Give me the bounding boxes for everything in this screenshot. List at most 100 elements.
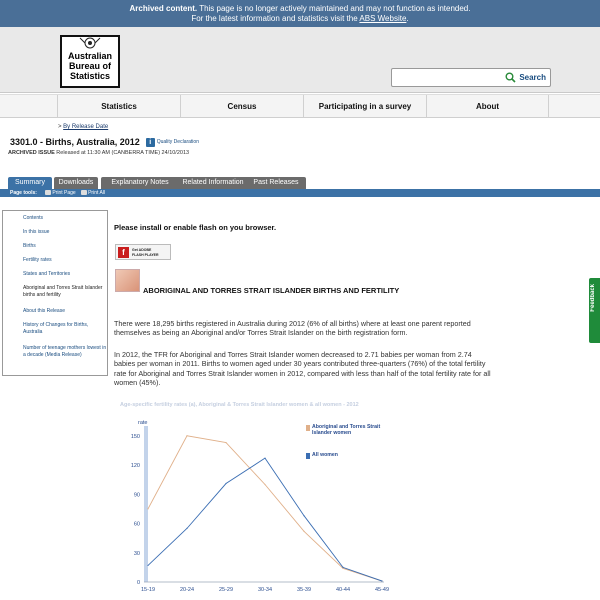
sidebar-item-fertility-rates[interactable]: Fertility rates xyxy=(23,257,107,264)
nav-about[interactable]: About xyxy=(426,95,549,118)
sidebar-item-in-this-issue[interactable]: In this issue xyxy=(23,229,107,236)
tab-past-releases[interactable]: Past Releases xyxy=(246,177,306,189)
y-axis-label: rate xyxy=(138,420,147,426)
y-tick-label: 30 xyxy=(134,551,140,557)
paragraph-births-registered: There were 18,295 births registered in A… xyxy=(114,319,471,338)
contents-sidebar: Contents In this issue Births Fertility … xyxy=(2,210,108,376)
print-all-label: Print All xyxy=(88,190,106,196)
data-point-all-women xyxy=(342,566,344,568)
release-date-text: Released at 11:30 AM (CANBERRA TIME) 24/… xyxy=(54,150,190,156)
site-header: Australian Bureau of Statistics Search xyxy=(0,27,600,93)
sidebar-item-aboriginal-births[interactable]: Aboriginal and Torres Strait Islander bi… xyxy=(23,285,107,299)
archive-notice-line1: Archived content. This page is no longer… xyxy=(0,4,600,14)
flash-icon: f xyxy=(118,247,129,258)
logo-line-2: Bureau of xyxy=(68,61,111,71)
x-tick-label: 40-44 xyxy=(336,587,350,593)
legend-label-all-women: All women xyxy=(312,452,338,458)
search-icon xyxy=(505,72,516,83)
archive-notice-text: This page is no longer actively maintain… xyxy=(197,4,471,13)
data-point-all-women xyxy=(303,515,305,517)
print-page-label: Print Page xyxy=(52,190,76,196)
main-nav: Statistics Census Participating in a sur… xyxy=(0,94,600,118)
fertility-rate-chart: Age-specific fertility rates (a), Aborig… xyxy=(118,402,390,600)
abs-website-link[interactable]: ABS Website xyxy=(359,14,406,23)
x-tick-label: 45-49 xyxy=(375,587,389,593)
get-flash-player-button[interactable]: f Get ADOBE FLASH PLAYER xyxy=(115,244,171,260)
legend-item-all-women: All women xyxy=(306,452,390,459)
y-tick-label: 0 xyxy=(137,580,140,586)
archived-issue-line: ARCHIVED ISSUE Released at 11:30 AM (CAN… xyxy=(8,150,189,156)
legend-swatch-aboriginal xyxy=(306,425,310,431)
sidebar-item-about-this-release[interactable]: About this Release xyxy=(23,308,107,315)
archive-notice-bold: Archived content. xyxy=(129,4,198,13)
page-tools: Page tools: Print Page Print All xyxy=(10,190,105,196)
nav-census[interactable]: Census xyxy=(180,95,303,118)
nav-statistics[interactable]: Statistics xyxy=(57,95,180,118)
flash-button-line2: FLASH PLAYER xyxy=(132,252,159,257)
x-tick-label: 35-39 xyxy=(297,587,311,593)
search-button[interactable]: Search xyxy=(503,70,548,85)
page-tools-label: Page tools: xyxy=(10,190,37,196)
sidebar-item-states-and-territories[interactable]: States and Territories xyxy=(23,271,107,278)
y-tick-label: 150 xyxy=(131,434,140,440)
data-point-all-women xyxy=(147,564,149,567)
series-line-all-women xyxy=(147,457,383,582)
sidebar-item-births[interactable]: Births xyxy=(23,243,107,250)
y-axis-band xyxy=(144,426,148,582)
sidebar-item-teenage-mothers-media-release[interactable]: Number of teenage mothers lowest in a de… xyxy=(23,345,107,359)
flash-button-text: Get ADOBE FLASH PLAYER xyxy=(132,248,159,257)
data-point-all-women xyxy=(225,482,227,485)
archive-notice-prefix: For the latest information and statistic… xyxy=(191,14,360,23)
page-title-row: 3301.0 - Births, Australia, 2012 i Quality… xyxy=(10,137,199,149)
x-tick-label: 20-24 xyxy=(180,587,194,593)
archive-notice-line2: For the latest information and statistic… xyxy=(0,14,600,24)
search-box: Search xyxy=(391,68,551,87)
x-tick-label: 30-34 xyxy=(258,587,272,593)
y-tick-label: 120 xyxy=(131,463,140,469)
logo-line-1: Australian xyxy=(67,51,112,61)
data-point-aboriginal xyxy=(303,530,305,532)
print-page-button[interactable]: Print Page xyxy=(45,190,76,196)
printer-icon xyxy=(45,190,52,196)
legend-swatch-all-women xyxy=(306,453,310,459)
tab-summary[interactable]: Summary xyxy=(8,177,52,189)
sidebar-item-contents[interactable]: Contents xyxy=(23,215,107,222)
x-tick-label: 25-29 xyxy=(219,587,233,593)
search-input[interactable] xyxy=(394,71,504,84)
paragraph-tfr: In 2012, the TFR for Aboriginal and Torr… xyxy=(114,350,491,388)
pdf-icon xyxy=(81,190,88,196)
tab-related-information[interactable]: Related Information xyxy=(174,177,252,189)
nav-participating-in-a-survey[interactable]: Participating in a survey xyxy=(303,95,426,118)
quality-declaration-link[interactable]: Quality Declaration xyxy=(157,139,199,145)
coat-of-arms-icon xyxy=(79,35,101,49)
tab-downloads[interactable]: Downloads xyxy=(54,177,98,189)
logo-line-3: Statistics xyxy=(69,71,111,81)
data-point-aboriginal xyxy=(186,435,188,437)
section-thumbnail-image xyxy=(115,269,140,292)
feedback-label: Feedback xyxy=(590,284,596,312)
sidebar-item-history-of-changes[interactable]: History of Changes for Births, Australia xyxy=(23,322,107,336)
search-button-label: Search xyxy=(519,73,546,82)
feedback-tab[interactable]: Feedback xyxy=(589,278,600,343)
breadcrumb-by-release-date[interactable]: By Release Date xyxy=(63,124,108,130)
data-point-all-women xyxy=(381,580,383,582)
data-point-all-women xyxy=(264,457,266,459)
archive-notice-suffix: . xyxy=(406,14,409,23)
y-tick-label: 60 xyxy=(134,522,140,528)
print-all-button[interactable]: Print All xyxy=(81,190,105,196)
data-point-aboriginal xyxy=(264,483,266,486)
page-title: 3301.0 - Births, Australia, 2012 xyxy=(10,137,140,147)
y-tick-label: 90 xyxy=(134,492,140,498)
archived-issue-label: ARCHIVED ISSUE xyxy=(8,150,55,156)
info-icon[interactable]: i xyxy=(145,137,155,147)
abs-logo[interactable]: Australian Bureau of Statistics xyxy=(60,35,120,88)
section-title: ABORIGINAL AND TORRES STRAIT ISLANDER BI… xyxy=(143,286,400,295)
data-point-aboriginal xyxy=(225,441,227,444)
tab-explanatory-notes[interactable]: Explanatory Notes xyxy=(101,177,179,189)
data-point-all-women xyxy=(186,527,188,529)
x-tick-label: 15-19 xyxy=(141,587,155,593)
flash-message: Please install or enable flash on you br… xyxy=(114,223,277,232)
archive-notice-bar: Archived content. This page is no longer… xyxy=(0,0,600,27)
data-point-aboriginal xyxy=(147,508,149,510)
legend-label-aboriginal: Aboriginal and Torres Strait Islander wo… xyxy=(312,424,381,436)
